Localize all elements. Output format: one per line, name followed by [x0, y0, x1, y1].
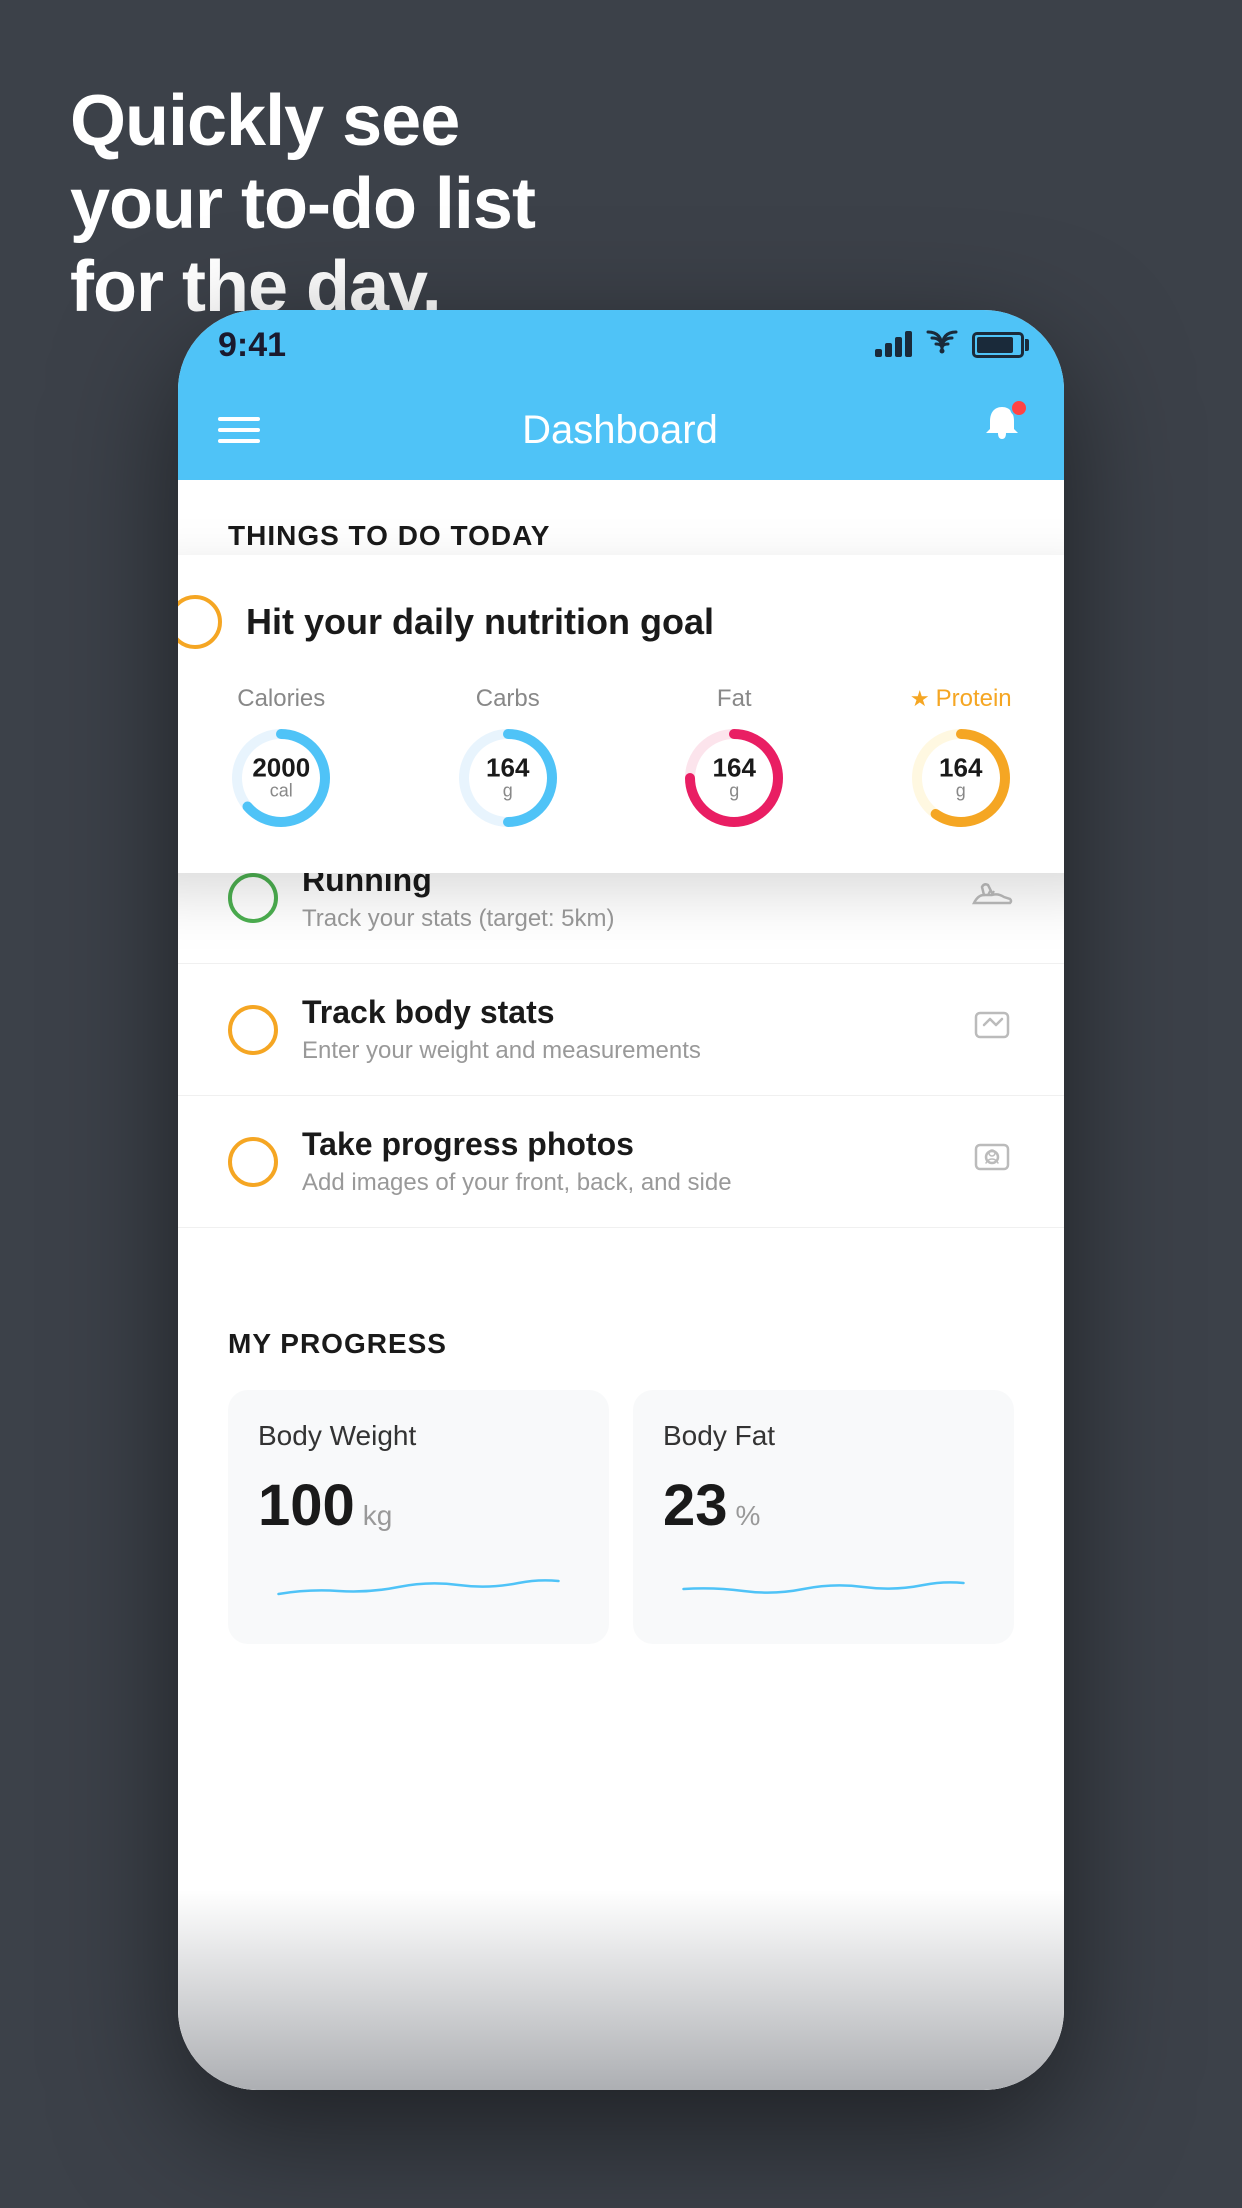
- body-fat-unit: %: [736, 1500, 761, 1532]
- fat-unit: g: [729, 781, 739, 801]
- calories-value: 2000: [252, 755, 310, 781]
- nutrition-fat: Fat 164 g: [679, 685, 789, 833]
- body-stats-title: Track body stats: [302, 994, 946, 1031]
- photos-info: Take progress photos Add images of your …: [302, 1126, 946, 1197]
- running-subtitle: Track your stats (target: 5km): [302, 905, 946, 933]
- photos-title: Take progress photos: [302, 1126, 946, 1163]
- person-photo-icon: [970, 1135, 1014, 1189]
- status-bar: 9:41: [178, 310, 1064, 380]
- header-title: Dashboard: [522, 408, 718, 453]
- nutrition-calories: Calories 2000 cal: [226, 685, 336, 833]
- main-content: THINGS TO DO TODAY Hit your daily nutrit…: [178, 480, 1064, 2090]
- body-weight-value: 100: [258, 1472, 355, 1539]
- protein-label: Protein: [936, 685, 1012, 713]
- fat-donut: 164 g: [679, 723, 789, 833]
- status-time: 9:41: [218, 326, 286, 365]
- nutrition-check-circle[interactable]: [178, 595, 222, 649]
- body-stats-check-circle: [228, 1005, 278, 1055]
- protein-donut: 164 g: [906, 723, 1016, 833]
- body-fat-card: Body Fat 23 %: [633, 1390, 1014, 1644]
- protein-value: 164: [939, 755, 982, 781]
- background: Quickly see your to-do list for the day.…: [0, 0, 1242, 2208]
- todo-item-body-stats[interactable]: Track body stats Enter your weight and m…: [178, 964, 1064, 1096]
- signal-icon: [875, 333, 912, 357]
- todo-item-photos[interactable]: Take progress photos Add images of your …: [178, 1096, 1064, 1228]
- body-fat-chart: [663, 1559, 984, 1609]
- hamburger-menu[interactable]: [218, 417, 260, 443]
- calories-donut: 2000 cal: [226, 723, 336, 833]
- body-weight-card: Body Weight 100 kg: [228, 1390, 609, 1644]
- status-icons: [875, 330, 1024, 361]
- body-weight-unit: kg: [363, 1500, 393, 1532]
- body-stats-info: Track body stats Enter your weight and m…: [302, 994, 946, 1065]
- progress-cards: Body Weight 100 kg Body Fat 23: [228, 1390, 1014, 1644]
- notification-bell[interactable]: [980, 403, 1024, 457]
- battery-icon: [972, 332, 1024, 358]
- app-header: Dashboard: [178, 380, 1064, 480]
- running-check-circle: [228, 873, 278, 923]
- photos-subtitle: Add images of your front, back, and side: [302, 1169, 946, 1197]
- progress-section: MY PROGRESS Body Weight 100 kg: [178, 1268, 1064, 1684]
- phone-mockup: 9:41: [178, 310, 1064, 2090]
- body-weight-card-title: Body Weight: [258, 1420, 579, 1452]
- carbs-unit: g: [503, 781, 513, 801]
- nutrition-carbs: Carbs 164 g: [453, 685, 563, 833]
- body-fat-value: 23: [663, 1472, 728, 1539]
- body-stats-subtitle: Enter your weight and measurements: [302, 1037, 946, 1065]
- running-shoe-icon: [970, 875, 1014, 921]
- headline: Quickly see your to-do list for the day.: [70, 80, 535, 328]
- fat-value: 164: [713, 755, 756, 781]
- calories-label: Calories: [237, 685, 325, 713]
- nutrition-row: Calories 2000 cal: [178, 685, 1064, 833]
- fat-label: Fat: [717, 685, 752, 713]
- notification-dot: [1010, 399, 1028, 417]
- scale-icon: [970, 1003, 1014, 1057]
- calories-unit: cal: [270, 781, 293, 801]
- headline-line2: your to-do list: [70, 163, 535, 246]
- wifi-icon: [926, 330, 958, 361]
- nutrition-card: Hit your daily nutrition goal Calories: [178, 555, 1064, 873]
- nutrition-card-title: Hit your daily nutrition goal: [246, 601, 714, 643]
- body-fat-card-title: Body Fat: [663, 1420, 984, 1452]
- progress-title: MY PROGRESS: [228, 1328, 1014, 1360]
- body-weight-chart: [258, 1559, 579, 1609]
- protein-unit: g: [956, 781, 966, 801]
- carbs-donut: 164 g: [453, 723, 563, 833]
- headline-line1: Quickly see: [70, 80, 535, 163]
- carbs-label: Carbs: [476, 685, 540, 713]
- photos-check-circle: [228, 1137, 278, 1187]
- carbs-value: 164: [486, 755, 529, 781]
- protein-star-icon: ★: [910, 686, 930, 712]
- nutrition-protein: ★ Protein 164 g: [906, 685, 1016, 833]
